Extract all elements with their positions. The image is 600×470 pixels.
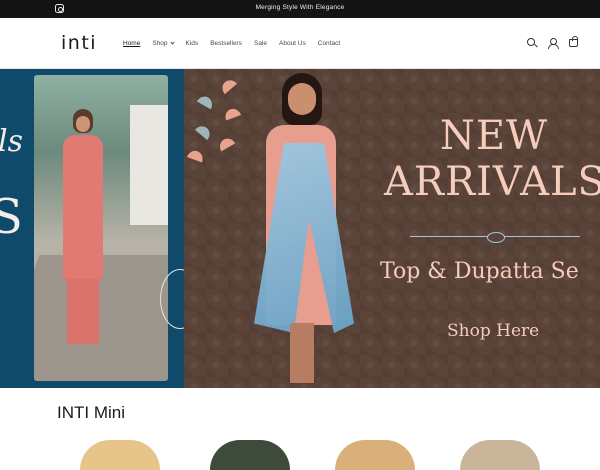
- collection-tile[interactable]: [460, 440, 540, 470]
- hero-banner[interactable]: ls S NEW ARRIVALS Top & Dupatta Se Shop …: [0, 69, 600, 388]
- leaf-decoration: [222, 106, 242, 121]
- collection-tile[interactable]: [80, 440, 160, 470]
- leaf-decoration: [216, 135, 236, 152]
- headline-line-2: ARRIVALS: [384, 159, 600, 205]
- main-nav: Home Shop Kids Bestsellers Sale About Us…: [123, 40, 352, 47]
- model-kurta: [63, 135, 103, 280]
- shop-here-link[interactable]: Shop Here: [447, 321, 539, 341]
- nav-home[interactable]: Home: [123, 40, 140, 47]
- nav-shop[interactable]: Shop: [152, 40, 175, 47]
- leaf-decoration: [218, 76, 238, 95]
- hero-headline: NEW ARRIVALS: [384, 113, 600, 205]
- site-logo[interactable]: inti: [61, 32, 97, 54]
- ornament-divider: [410, 232, 580, 243]
- model-pants: [67, 279, 99, 344]
- model-figure-left: [61, 109, 105, 354]
- leaf-decoration: [194, 122, 214, 141]
- site-header: inti Home Shop Kids Bestsellers Sale Abo…: [0, 18, 600, 69]
- model-figure-right: [244, 73, 364, 388]
- collection-tiles: [0, 436, 600, 470]
- nav-bestsellers[interactable]: Bestsellers: [210, 40, 242, 47]
- nav-kids[interactable]: Kids: [186, 40, 199, 47]
- search-icon[interactable]: [527, 38, 535, 46]
- collection-tile[interactable]: [335, 440, 415, 470]
- hero-right-panel: NEW ARRIVALS Top & Dupatta Se Shop Here: [184, 69, 600, 388]
- collection-title: INTI Mini: [57, 403, 125, 422]
- account-icon[interactable]: [548, 38, 559, 49]
- hero-left-script: ls: [0, 124, 23, 159]
- headline-line-1: NEW: [439, 113, 549, 159]
- announcement-text: Merging Style With Elegance: [255, 4, 345, 11]
- chevron-down-icon: [169, 40, 175, 45]
- hero-left-panel: ls S: [0, 69, 184, 388]
- leaf-decoration: [186, 148, 206, 163]
- nav-contact[interactable]: Contact: [318, 40, 340, 47]
- announcement-bar: Merging Style With Elegance: [0, 0, 600, 18]
- hero-subline: Top & Dupatta Se: [380, 259, 579, 284]
- collection-tile[interactable]: [210, 440, 290, 470]
- cart-icon[interactable]: [569, 36, 578, 47]
- nav-shop-label: Shop: [152, 40, 168, 47]
- leaf-decoration: [196, 93, 216, 110]
- photo-wall: [130, 105, 168, 225]
- model-legs: [290, 323, 314, 383]
- hero-left-letter: S: [0, 189, 23, 245]
- nav-sale[interactable]: Sale: [254, 40, 267, 47]
- nav-about-us[interactable]: About Us: [279, 40, 306, 47]
- model-face: [288, 83, 316, 115]
- hero-left-photo: [34, 75, 168, 381]
- model-face: [76, 116, 90, 132]
